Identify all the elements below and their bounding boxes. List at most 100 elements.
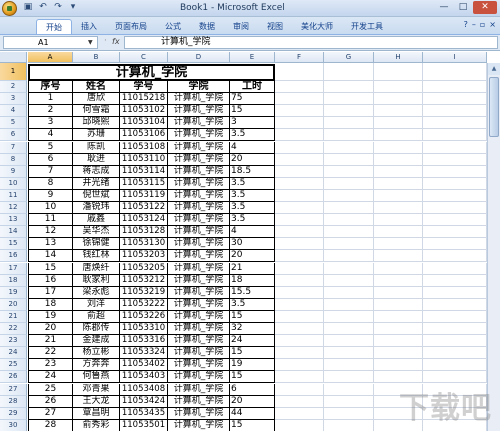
- table-cell[interactable]: 11053130: [120, 238, 168, 251]
- empty-cell[interactable]: [374, 298, 423, 311]
- empty-cell[interactable]: [374, 81, 423, 94]
- table-header-cell[interactable]: 姓名: [73, 81, 120, 94]
- row-header-28[interactable]: 28: [0, 395, 27, 408]
- row-header-23[interactable]: 23: [0, 335, 27, 348]
- table-cell[interactable]: 11053435: [120, 407, 168, 420]
- empty-cell[interactable]: [423, 347, 487, 360]
- table-cell[interactable]: 44: [230, 407, 275, 420]
- empty-cell[interactable]: [374, 226, 423, 239]
- empty-cell[interactable]: [275, 335, 324, 348]
- row-header-15[interactable]: 15: [0, 238, 27, 251]
- row-header-19[interactable]: 19: [0, 286, 27, 299]
- row-header-7[interactable]: 7: [0, 141, 27, 154]
- table-cell[interactable]: 26: [28, 395, 73, 408]
- table-cell[interactable]: 18: [28, 298, 73, 311]
- row-header-22[interactable]: 22: [0, 323, 27, 336]
- empty-cell[interactable]: [374, 262, 423, 275]
- empty-cell[interactable]: [423, 359, 487, 372]
- row-header-21[interactable]: 21: [0, 310, 27, 323]
- empty-cell[interactable]: [374, 371, 423, 384]
- empty-cell[interactable]: [374, 359, 423, 372]
- table-cell[interactable]: 11053424: [120, 395, 168, 408]
- empty-cell[interactable]: [324, 189, 374, 202]
- empty-cell[interactable]: [324, 81, 374, 94]
- table-cell[interactable]: 金建成: [73, 335, 120, 348]
- table-cell[interactable]: 计算机_学院: [168, 129, 230, 142]
- table-cell[interactable]: 32: [230, 323, 275, 336]
- table-cell[interactable]: 计算机_学院: [168, 274, 230, 287]
- row-header-17[interactable]: 17: [0, 262, 27, 275]
- table-cell[interactable]: 3.5: [230, 177, 275, 190]
- scroll-up-icon[interactable]: ▲: [488, 63, 500, 75]
- table-cell[interactable]: 11: [28, 214, 73, 227]
- table-cell[interactable]: 杨立彬: [73, 347, 120, 360]
- empty-cell[interactable]: [374, 238, 423, 251]
- table-cell[interactable]: 30: [230, 238, 275, 251]
- table-header-cell[interactable]: 序号: [28, 81, 73, 94]
- table-cell[interactable]: 11053205: [120, 262, 168, 275]
- empty-cell[interactable]: [374, 93, 423, 106]
- empty-cell[interactable]: [324, 63, 374, 81]
- table-cell[interactable]: 8: [28, 177, 73, 190]
- table-cell[interactable]: 计算机_学院: [168, 226, 230, 239]
- table-cell[interactable]: 15: [230, 419, 275, 431]
- empty-cell[interactable]: [374, 347, 423, 360]
- table-cell[interactable]: 蒋志成: [73, 165, 120, 178]
- table-cell[interactable]: 陈凯: [73, 141, 120, 154]
- table-cell[interactable]: 11053408: [120, 383, 168, 396]
- row-header-5[interactable]: 5: [0, 117, 27, 130]
- table-cell[interactable]: 计算机_学院: [168, 335, 230, 348]
- tab-review[interactable]: 审阅: [224, 19, 258, 34]
- table-cell[interactable]: 计算机_学院: [168, 323, 230, 336]
- table-cell[interactable]: 11053128: [120, 226, 168, 239]
- table-cell[interactable]: 3: [28, 117, 73, 130]
- table-cell[interactable]: 邓青果: [73, 383, 120, 396]
- row-header-13[interactable]: 13: [0, 214, 27, 227]
- table-header-cell[interactable]: 学院: [168, 81, 230, 94]
- empty-cell[interactable]: [275, 286, 324, 299]
- empty-cell[interactable]: [275, 298, 324, 311]
- column-header-i[interactable]: I: [423, 52, 487, 63]
- table-cell[interactable]: 计算机_学院: [168, 177, 230, 190]
- table-cell[interactable]: 计算机_学院: [168, 165, 230, 178]
- empty-cell[interactable]: [324, 383, 374, 396]
- row-header-12[interactable]: 12: [0, 202, 27, 215]
- table-cell[interactable]: 计算机_学院: [168, 347, 230, 360]
- row-header-1[interactable]: 1: [0, 63, 27, 81]
- ribbon-restore-icon[interactable]: ▫: [480, 20, 485, 29]
- table-cell[interactable]: 覃昌明: [73, 407, 120, 420]
- empty-cell[interactable]: [374, 177, 423, 190]
- table-cell[interactable]: 耿家利: [73, 274, 120, 287]
- table-cell[interactable]: 计算机_学院: [168, 407, 230, 420]
- table-cell[interactable]: 计算机_学院: [168, 93, 230, 106]
- empty-cell[interactable]: [275, 63, 324, 81]
- empty-cell[interactable]: [275, 214, 324, 227]
- empty-cell[interactable]: [275, 238, 324, 251]
- table-cell[interactable]: 徐锦健: [73, 238, 120, 251]
- table-cell[interactable]: 11053108: [120, 141, 168, 154]
- row-header-27[interactable]: 27: [0, 383, 27, 396]
- table-cell[interactable]: 11053114: [120, 165, 168, 178]
- table-cell[interactable]: 3.5: [230, 129, 275, 142]
- empty-cell[interactable]: [423, 238, 487, 251]
- column-header-d[interactable]: D: [168, 52, 230, 63]
- empty-cell[interactable]: [423, 214, 487, 227]
- table-cell[interactable]: 9: [28, 189, 73, 202]
- table-cell[interactable]: 1: [28, 93, 73, 106]
- empty-cell[interactable]: [324, 286, 374, 299]
- empty-cell[interactable]: [423, 105, 487, 118]
- table-cell[interactable]: 21: [28, 335, 73, 348]
- table-cell[interactable]: 23: [28, 359, 73, 372]
- table-cell[interactable]: 计算机_学院: [168, 286, 230, 299]
- empty-cell[interactable]: [374, 274, 423, 287]
- empty-cell[interactable]: [324, 153, 374, 166]
- column-header-c[interactable]: C: [120, 52, 168, 63]
- column-header-f[interactable]: F: [275, 52, 324, 63]
- table-cell[interactable]: 计算机_学院: [168, 141, 230, 154]
- empty-cell[interactable]: [275, 117, 324, 130]
- ribbon-minimize-icon[interactable]: –: [472, 20, 476, 29]
- table-cell[interactable]: 11053122: [120, 202, 168, 215]
- empty-cell[interactable]: [423, 310, 487, 323]
- table-cell[interactable]: 计算机_学院: [168, 371, 230, 384]
- empty-cell[interactable]: [275, 395, 324, 408]
